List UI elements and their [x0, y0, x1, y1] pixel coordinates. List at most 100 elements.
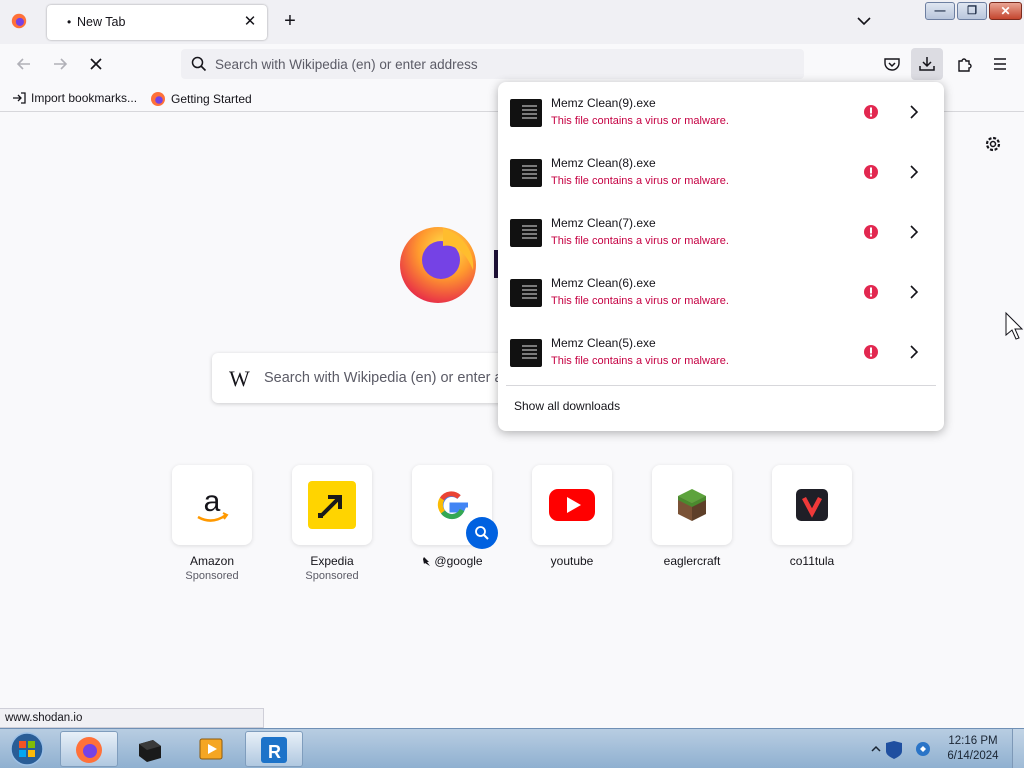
download-status: This file contains a virus or malware. [551, 235, 729, 247]
shortcut-label: eaglercraft [663, 554, 721, 568]
tab-new-tab[interactable]: • New Tab ✕ [47, 5, 267, 40]
stop-loading-icon[interactable] [87, 55, 105, 73]
chevron-down-icon[interactable] [855, 12, 873, 30]
search-icon [475, 526, 489, 540]
alert-icon [864, 105, 878, 119]
firefox-icon[interactable] [10, 12, 28, 30]
navigation-toolbar [0, 44, 1024, 84]
taskbar-firefox[interactable] [60, 731, 118, 767]
windows-start-icon[interactable] [6, 731, 48, 767]
download-status: This file contains a virus or malware. [551, 175, 729, 187]
address-input[interactable] [215, 49, 795, 79]
shortcut-label: youtube [550, 554, 594, 568]
firefox-icon [151, 92, 165, 106]
system-tray[interactable] [866, 737, 936, 761]
shortcut-label-google: @google [392, 554, 512, 568]
status-url-overlay: www.shodan.io [0, 708, 264, 728]
bookmark-import[interactable]: Import bookmarks... [12, 91, 137, 105]
download-item[interactable]: Memz Clean(7).exe This file contains a v… [498, 205, 944, 265]
download-filename: Memz Clean(9).exe [551, 96, 656, 110]
exe-file-icon [510, 279, 542, 307]
clock-time: 12:16 PM [948, 735, 998, 747]
extensions-icon[interactable] [956, 55, 974, 73]
downloads-panel: Memz Clean(9).exe This file contains a v… [498, 82, 944, 431]
download-item[interactable]: Memz Clean(5).exe This file contains a v… [498, 325, 944, 385]
chevron-right-icon[interactable] [906, 164, 922, 180]
vivaldi-v-icon [796, 489, 828, 521]
show-desktop-button[interactable] [1012, 729, 1024, 768]
gear-icon[interactable] [983, 134, 1003, 154]
tab-loading-dot: • [67, 15, 72, 29]
tab-close-icon[interactable]: ✕ [241, 13, 259, 31]
back-arrow-icon[interactable] [15, 55, 33, 73]
chevron-right-icon[interactable] [906, 284, 922, 300]
exe-file-icon [510, 219, 542, 247]
shortcut-label: @google [434, 554, 483, 568]
shortcut-label: Amazon [189, 554, 235, 568]
maximize-button[interactable]: ❐ [957, 2, 987, 20]
show-all-downloads-button[interactable]: Show all downloads [514, 399, 620, 413]
amazon-icon: a [197, 485, 229, 522]
shortcut-eaglercraft[interactable] [652, 465, 732, 545]
taskbar: R 12:16 PM 6/14/2024 [0, 728, 1024, 768]
new-tab-button[interactable]: + [280, 11, 300, 32]
taskbar-editor[interactable]: R [245, 731, 303, 767]
search-icon [191, 56, 207, 72]
bookmark-getting-started[interactable]: Getting Started [150, 91, 252, 107]
shortcut-label: Expedia [310, 554, 354, 568]
chevron-right-icon[interactable] [906, 224, 922, 240]
exe-file-icon [510, 339, 542, 367]
minimize-button[interactable]: — [925, 2, 955, 20]
close-window-button[interactable]: ✕ [989, 2, 1022, 20]
exe-file-icon [510, 99, 542, 127]
chevron-right-icon[interactable] [906, 104, 922, 120]
search-shortcut-badge[interactable] [466, 517, 498, 549]
download-status: This file contains a virus or malware. [551, 115, 729, 127]
alert-icon [864, 345, 878, 359]
expedia-icon [308, 481, 356, 529]
taskbar-terminal[interactable] [122, 731, 180, 767]
shortcut-co11tula[interactable] [772, 465, 852, 545]
hamburger-menu-icon[interactable] [991, 55, 1009, 73]
shortcut-expedia[interactable] [292, 465, 372, 545]
download-item[interactable]: Memz Clean(8).exe This file contains a v… [498, 145, 944, 205]
grass-block-icon [678, 489, 706, 521]
download-filename: Memz Clean(7).exe [551, 216, 656, 230]
download-filename: Memz Clean(6).exe [551, 276, 656, 290]
tab-strip: • New Tab ✕ + — ❐ ✕ [0, 0, 1024, 44]
downloads-icon [919, 57, 935, 71]
shortcut-youtube[interactable] [532, 465, 612, 545]
sponsored-label: Sponsored [185, 570, 239, 582]
alert-icon [864, 285, 878, 299]
bookmark-label: Getting Started [171, 92, 252, 106]
svg-text:a: a [204, 485, 221, 518]
shortcut-amazon[interactable]: a [172, 465, 252, 545]
firefox-icon [76, 737, 102, 763]
downloads-button[interactable] [911, 48, 943, 80]
youtube-icon [549, 489, 595, 521]
download-filename: Memz Clean(5).exe [551, 336, 656, 350]
media-player-icon [199, 738, 223, 760]
system-clock[interactable]: 12:16 PM 6/14/2024 [942, 734, 1004, 764]
window-controls: — ❐ ✕ [925, 2, 1022, 20]
divider [506, 385, 936, 386]
chevron-right-icon[interactable] [906, 344, 922, 360]
download-item[interactable]: Memz Clean(9).exe This file contains a v… [498, 85, 944, 145]
wikipedia-icon: W [229, 366, 250, 391]
url-bar[interactable] [181, 49, 804, 79]
taskbar-media-player[interactable] [183, 731, 241, 767]
alert-icon [864, 225, 878, 239]
exe-file-icon [510, 159, 542, 187]
bookmark-label: Import bookmarks... [31, 91, 138, 105]
download-status: This file contains a virus or malware. [551, 295, 729, 307]
download-item[interactable]: Memz Clean(6).exe This file contains a v… [498, 265, 944, 325]
vscode-like-icon: R [261, 737, 287, 763]
download-status: This file contains a virus or malware. [551, 355, 729, 367]
clock-date: 6/14/2024 [947, 750, 999, 762]
forward-arrow-icon[interactable] [51, 55, 69, 73]
pin-icon [423, 556, 431, 566]
pocket-icon[interactable] [883, 55, 901, 73]
mouse-cursor-icon [1005, 311, 1024, 340]
shortcut-label: co11tula [789, 554, 835, 568]
terminal-box-icon [139, 740, 161, 762]
